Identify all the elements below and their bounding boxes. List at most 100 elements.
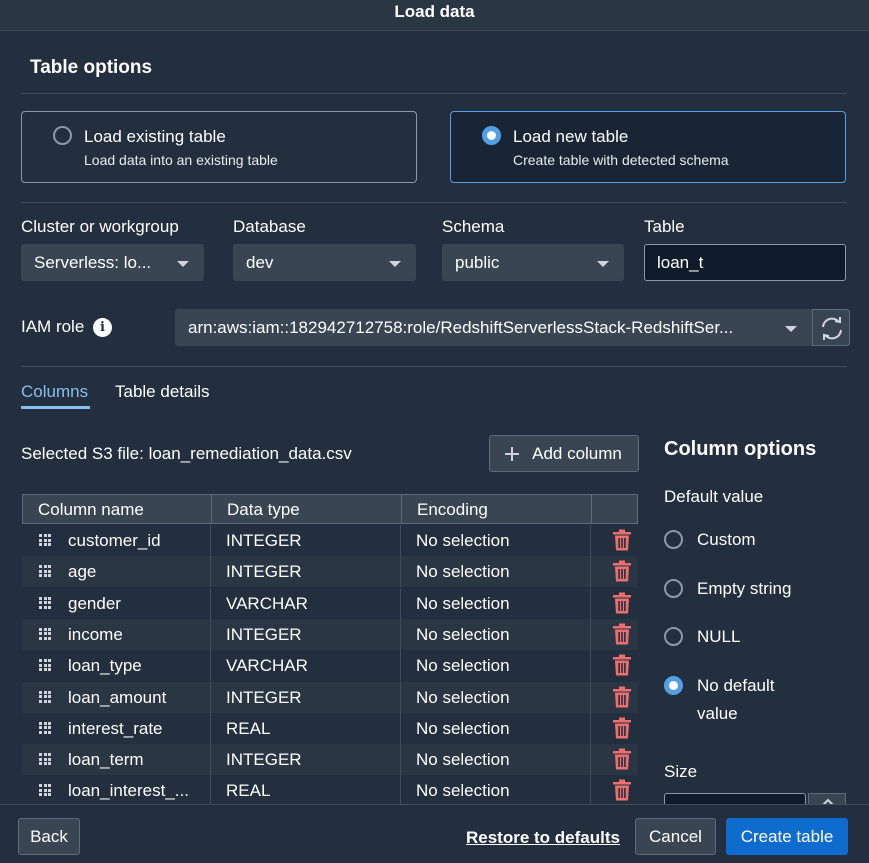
drag-handle-icon[interactable] — [39, 534, 51, 547]
data-type-cell[interactable]: INTEGER — [211, 618, 401, 650]
trash-icon[interactable] — [612, 654, 632, 676]
trash-icon[interactable] — [612, 529, 632, 551]
encoding-cell[interactable]: No selection — [401, 744, 591, 776]
column-name-cell[interactable]: customer_id — [68, 525, 211, 556]
table-name-input[interactable]: loan_t — [644, 244, 846, 281]
table-row[interactable]: age INTEGER No selection — [22, 556, 638, 588]
data-type-cell[interactable]: INTEGER — [211, 556, 401, 588]
trash-icon[interactable] — [612, 623, 632, 645]
trash-icon[interactable] — [612, 717, 632, 739]
trash-icon[interactable] — [612, 560, 632, 582]
drag-handle-icon[interactable] — [39, 690, 51, 704]
column-name-cell[interactable]: loan_interest_... — [68, 775, 211, 805]
iam-role-value: arn:aws:iam::182942712758:role/RedshiftS… — [188, 318, 734, 337]
null-label: NULL — [697, 627, 741, 646]
data-type-cell[interactable]: VARCHAR — [211, 587, 401, 619]
custom-radio[interactable] — [664, 530, 683, 549]
table-row[interactable]: loan_term INTEGER No selection — [22, 744, 638, 776]
chevron-down-icon — [389, 261, 401, 267]
data-type-cell[interactable]: VARCHAR — [211, 650, 401, 682]
table-row[interactable]: interest_rate REAL No selection — [22, 712, 638, 744]
trash-icon[interactable] — [612, 779, 632, 801]
column-name-cell[interactable]: loan_type — [68, 650, 211, 682]
schema-select[interactable]: public — [442, 244, 624, 281]
null-radio[interactable] — [664, 627, 683, 646]
column-name-cell[interactable]: income — [68, 618, 211, 650]
load-existing-label: Load existing table — [84, 127, 226, 146]
load-new-radio[interactable] — [482, 126, 501, 145]
divider — [21, 93, 847, 94]
drag-handle-icon[interactable] — [39, 596, 51, 610]
tab-table-details[interactable]: Table details — [115, 382, 210, 402]
data-type-cell[interactable]: REAL — [211, 712, 401, 744]
database-select[interactable]: dev — [233, 244, 416, 281]
footer-bar: Back Restore to defaults Cancel Create t… — [0, 804, 869, 863]
empty-string-radio[interactable] — [664, 579, 683, 598]
back-button[interactable]: Back — [18, 818, 80, 855]
data-type-cell[interactable]: INTEGER — [211, 744, 401, 776]
schema-label: Schema — [442, 217, 505, 236]
no-default-label-line2: value — [697, 704, 738, 723]
table-row[interactable]: income INTEGER No selection — [22, 618, 638, 650]
data-type-cell[interactable]: INTEGER — [211, 525, 401, 556]
data-type-cell[interactable]: REAL — [211, 775, 401, 805]
trash-icon[interactable] — [612, 686, 632, 708]
load-new-table-option[interactable]: Load new table Create table with detecte… — [450, 111, 846, 183]
default-value-label: Default value — [664, 487, 764, 506]
divider — [21, 202, 847, 203]
load-existing-description: Load data into an existing table — [84, 152, 278, 168]
encoding-cell[interactable]: No selection — [401, 556, 591, 588]
encoding-cell[interactable]: No selection — [401, 618, 591, 650]
table-label: Table — [644, 217, 685, 236]
trash-icon[interactable] — [612, 592, 632, 614]
tab-columns[interactable]: Columns — [21, 382, 88, 402]
no-default-radio[interactable] — [664, 676, 683, 695]
header-encoding[interactable]: Encoding — [402, 495, 592, 524]
encoding-cell[interactable]: No selection — [401, 775, 591, 805]
cancel-button[interactable]: Cancel — [635, 818, 716, 855]
size-label: Size — [664, 762, 698, 781]
drag-handle-icon[interactable] — [39, 784, 51, 797]
encoding-cell[interactable]: No selection — [401, 712, 591, 744]
drag-handle-icon[interactable] — [39, 753, 51, 766]
cluster-label: Cluster or workgroup — [21, 217, 179, 236]
add-column-button[interactable]: Add column — [489, 435, 639, 472]
cluster-value: Serverless: lo... — [34, 253, 152, 272]
table-header: Column name Data type Encoding — [22, 494, 638, 524]
column-name-cell[interactable]: interest_rate — [68, 712, 211, 744]
header-data-type[interactable]: Data type — [212, 495, 402, 524]
column-name-cell[interactable]: loan_amount — [68, 681, 211, 713]
add-column-label: Add column — [532, 444, 622, 463]
drag-handle-icon[interactable] — [39, 659, 51, 672]
refresh-icon — [822, 317, 842, 340]
table-row[interactable]: gender VARCHAR No selection — [22, 587, 638, 619]
column-name-cell[interactable]: gender — [68, 587, 211, 619]
encoding-cell[interactable]: No selection — [401, 681, 591, 713]
encoding-cell[interactable]: No selection — [401, 525, 591, 556]
header-column-name[interactable]: Column name — [23, 495, 212, 524]
drag-handle-icon[interactable] — [39, 721, 51, 735]
table-row[interactable]: loan_type VARCHAR No selection — [22, 650, 638, 682]
cluster-select[interactable]: Serverless: lo... — [21, 244, 204, 281]
table-row[interactable]: loan_interest_... REAL No selection — [22, 775, 638, 805]
refresh-button[interactable] — [812, 309, 850, 346]
column-name-cell[interactable]: age — [68, 556, 211, 588]
restore-defaults-link[interactable]: Restore to defaults — [466, 828, 620, 848]
column-name-cell[interactable]: loan_term — [68, 744, 211, 776]
create-table-button[interactable]: Create table — [726, 818, 848, 855]
table-row[interactable]: customer_id INTEGER No selection — [22, 525, 638, 556]
encoding-cell[interactable]: No selection — [401, 587, 591, 619]
plus-icon — [505, 447, 519, 461]
iam-role-select[interactable]: arn:aws:iam::182942712758:role/RedshiftS… — [175, 309, 812, 346]
data-type-cell[interactable]: INTEGER — [211, 681, 401, 713]
load-existing-radio[interactable] — [53, 126, 72, 145]
divider — [21, 366, 847, 367]
table-row[interactable]: loan_amount INTEGER No selection — [22, 681, 638, 713]
load-existing-table-option[interactable]: Load existing table Load data into an ex… — [21, 111, 417, 183]
info-icon[interactable]: i — [93, 318, 112, 337]
encoding-cell[interactable]: No selection — [401, 650, 591, 682]
drag-handle-icon[interactable] — [39, 627, 51, 641]
trash-icon[interactable] — [612, 748, 632, 770]
no-default-label: No default — [697, 676, 775, 695]
drag-handle-icon[interactable] — [39, 565, 51, 578]
